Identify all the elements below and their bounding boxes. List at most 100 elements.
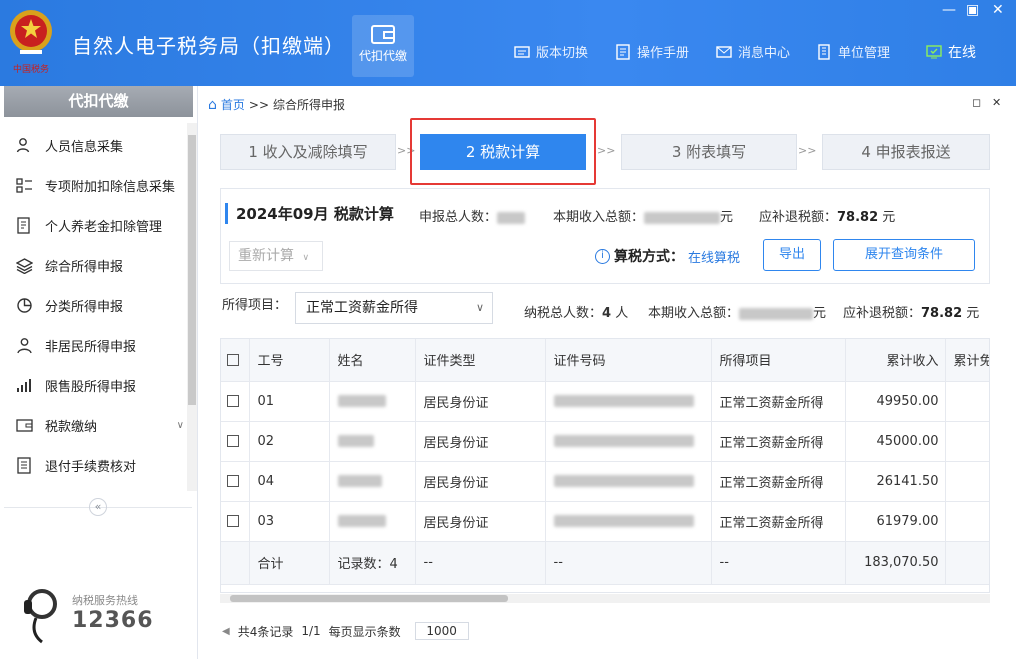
collapse-sidebar-icon[interactable]: « <box>89 498 107 516</box>
table-row[interactable]: 02 居民身份证 正常工资薪金所得 45000.00 <box>221 421 989 462</box>
tax-method-label: 算税方式： <box>614 249 684 265</box>
tax-method-value[interactable]: 在线算税 <box>688 247 740 266</box>
withholding-tile-button[interactable]: 代扣代缴 <box>352 15 414 77</box>
column-header[interactable]: 证件号码 <box>545 339 712 382</box>
table-horizontal-scrollbar[interactable] <box>220 594 990 603</box>
redacted-value <box>337 515 386 527</box>
column-header[interactable]: 所得项目 <box>711 339 846 382</box>
redacted-value <box>644 211 721 224</box>
unit-label: 元 <box>813 306 827 321</box>
sidebar-item-label: 个人养老金扣除管理 <box>45 219 163 235</box>
row-checkbox-cell[interactable] <box>221 381 250 422</box>
unit-management-button[interactable]: 单位管理 <box>816 42 890 61</box>
declared-people-label: 申报总人数： <box>419 210 498 225</box>
sidebar-scrollbar-thumb[interactable] <box>188 135 196 405</box>
sidebar-item-restricted-stock[interactable]: 限售股所得申报 <box>4 365 184 405</box>
expand-query-button[interactable]: 展开查询条件 <box>833 239 975 271</box>
table-row[interactable]: 03 居民身份证 正常工资薪金所得 61979.00 <box>221 501 989 542</box>
sidebar-item-pension[interactable]: 个人养老金扣除管理 <box>4 205 184 245</box>
restore-panel-icon[interactable]: ◻ <box>972 96 981 109</box>
sidebar-item-label: 综合所得申报 <box>45 259 124 275</box>
step-submit[interactable]: 4 申报表报送 <box>822 134 990 170</box>
app-header: 中国税务 自然人电子税务局（扣缴端） 代扣代缴 版本切换 操作手册 消息中心 单… <box>0 0 1016 86</box>
sidebar-item-tax-payment[interactable]: 税款缴纳 ∨ <box>4 405 184 445</box>
close-panel-icon[interactable]: ✕ <box>992 96 1001 109</box>
filter-tax-due: 应补退税额：78.82 元 <box>843 302 979 321</box>
tax-table: 工号 姓名 证件类型 证件号码 所得项目 累计收入 累计免 01 居民身份证 正… <box>220 338 990 593</box>
prev-page-icon[interactable]: ◀ <box>222 626 230 637</box>
income-item-select[interactable]: 正常工资薪金所得 ∨ <box>295 292 493 324</box>
redacted-value <box>553 515 694 527</box>
export-button[interactable]: 导出 <box>763 239 821 271</box>
tax-due-label: 应补退税额： <box>759 210 838 225</box>
table-header: 工号 姓名 证件类型 证件号码 所得项目 累计收入 累计免 <box>221 339 989 382</box>
redacted-value <box>553 475 694 487</box>
user-outline-icon <box>17 337 32 353</box>
close-window-icon[interactable]: ✕ <box>992 2 1004 18</box>
redacted-value <box>739 307 814 320</box>
tax-method: i 算税方式： 在线算税 <box>595 246 740 266</box>
sidebar-item-nonresident[interactable]: 非居民所得申报 <box>4 325 184 365</box>
home-icon: ⌂ <box>208 96 217 113</box>
cell-id-type: 居民身份证 <box>415 421 546 462</box>
breadcrumb-home[interactable]: 首页 <box>221 96 245 113</box>
column-header[interactable]: 姓名 <box>329 339 416 382</box>
sidebar-item-special-deduction[interactable]: 专项附加扣除信息采集 <box>4 165 184 205</box>
hotline: 纳税服务热线 12366 <box>20 584 190 644</box>
minimize-icon[interactable]: — <box>942 2 956 18</box>
column-header[interactable]: 证件类型 <box>415 339 546 382</box>
row-checkbox-cell[interactable] <box>221 461 250 502</box>
maximize-icon[interactable]: ▣ <box>966 2 979 18</box>
tax-due-label: 应补退税额： <box>843 306 922 321</box>
sidebar-item-refund-fee[interactable]: 退付手续费核对 <box>4 445 184 485</box>
cell-empty <box>945 461 989 502</box>
cell-empty <box>945 421 989 462</box>
taxpayers-count: 纳税总人数：4 人 <box>524 302 628 321</box>
unit-label: 元 <box>882 210 896 225</box>
step-income-deduction[interactable]: 1 收入及减除填写 <box>220 134 396 170</box>
manual-button[interactable]: 操作手册 <box>615 42 689 61</box>
message-icon <box>716 45 732 58</box>
sidebar-item-classified-income[interactable]: 分类所得申报 <box>4 285 184 325</box>
bar-chart-icon <box>17 378 31 392</box>
checkbox[interactable] <box>227 353 239 366</box>
cell-income-item: 正常工资薪金所得 <box>711 421 846 462</box>
tax-due: 应补退税额：78.82 元 <box>759 206 895 225</box>
column-header[interactable]: 累计免 <box>945 339 989 382</box>
person-icon <box>16 137 30 152</box>
sidebar-scrollbar[interactable] <box>187 123 197 491</box>
checkbox[interactable] <box>227 395 239 407</box>
footer-income-total: 183,070.50 <box>845 541 946 585</box>
manual-icon <box>616 43 630 60</box>
row-checkbox-cell[interactable] <box>221 421 250 462</box>
manual-label: 操作手册 <box>637 46 690 61</box>
sidebar-item-person-info[interactable]: 人员信息采集 <box>4 125 184 165</box>
row-checkbox-cell[interactable] <box>221 501 250 542</box>
message-center-button[interactable]: 消息中心 <box>716 42 790 61</box>
sidebar-item-label: 税款缴纳 <box>45 419 98 435</box>
select-all-checkbox[interactable] <box>221 339 250 382</box>
step-attachments[interactable]: 3 附表填写 <box>621 134 797 170</box>
table-row[interactable]: 01 居民身份证 正常工资薪金所得 49950.00 <box>221 381 989 422</box>
table-row[interactable]: 04 居民身份证 正常工资薪金所得 26141.50 <box>221 461 989 502</box>
income-item-select-value: 正常工资薪金所得 <box>306 300 418 316</box>
checkbox[interactable] <box>227 435 239 447</box>
checkbox[interactable] <box>227 515 239 527</box>
redacted-value <box>497 211 526 224</box>
income-total-label: 本期收入总额： <box>648 306 740 321</box>
record-total: 共4条记录 <box>237 624 294 639</box>
recalculate-button[interactable]: 重新计算 ∨ <box>229 241 323 271</box>
column-header[interactable]: 工号 <box>249 339 330 382</box>
step-arrow: >> <box>597 144 616 157</box>
table-scrollbar-thumb[interactable] <box>230 595 508 602</box>
sidebar-item-comprehensive-income[interactable]: 综合所得申报 <box>4 245 184 285</box>
online-status[interactable]: 在线 <box>926 42 976 62</box>
version-switch-button[interactable]: 版本切换 <box>514 42 588 61</box>
per-page-input[interactable]: 1000 <box>414 622 469 640</box>
redacted-value <box>553 395 694 407</box>
checkbox[interactable] <box>227 475 239 487</box>
cell-id-number <box>545 461 712 502</box>
footer-dash: -- <box>711 541 846 585</box>
pie-icon <box>17 297 32 313</box>
column-header[interactable]: 累计收入 <box>845 339 946 382</box>
